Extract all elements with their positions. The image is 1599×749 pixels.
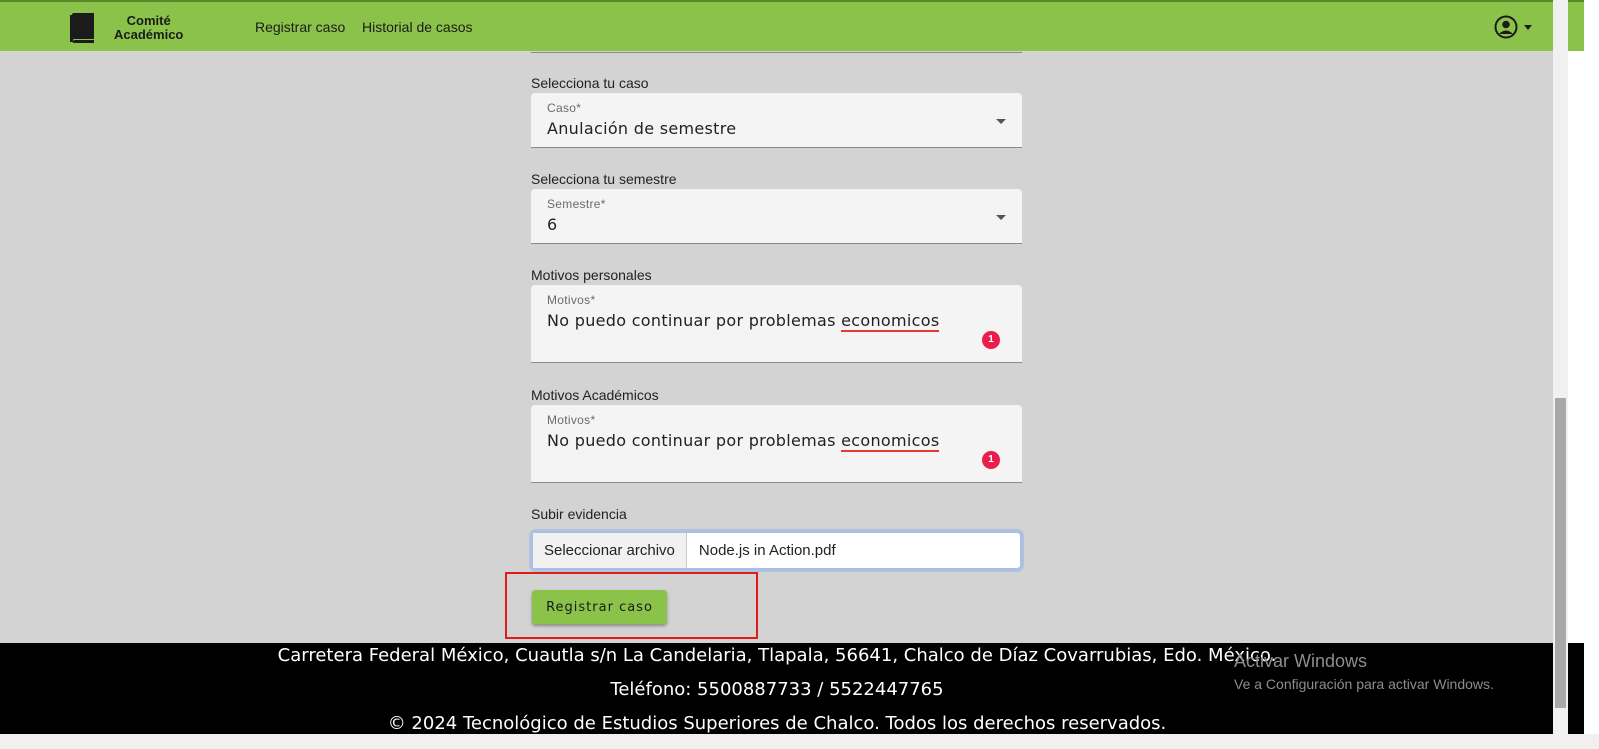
academicos-section-label: Motivos Académicos xyxy=(531,387,659,403)
top-navbar: Comité Académico Registrar caso Historia… xyxy=(0,0,1584,51)
dropdown-arrow-icon xyxy=(996,119,1006,124)
scrollbar-thumb[interactable] xyxy=(1555,398,1566,708)
brand[interactable]: Comité Académico xyxy=(68,11,183,45)
select-file-button[interactable]: Seleccionar archivo xyxy=(533,533,687,568)
personales-text: No puedo continuar por problemas xyxy=(547,311,842,330)
semestre-section-label: Selecciona tu semestre xyxy=(531,171,677,187)
brand-text: Comité Académico xyxy=(114,14,183,42)
brand-line-2: Académico xyxy=(114,27,184,42)
horizontal-scrollbar[interactable] xyxy=(0,734,1599,749)
book-icon xyxy=(70,13,94,43)
motivos-academicos-textarea[interactable]: Motivos* No puedo continuar por problema… xyxy=(531,405,1022,483)
personales-value: No puedo continuar por problemas economi… xyxy=(547,311,940,332)
brand-line-1: Comité xyxy=(126,13,171,28)
academicos-float-label: Motivos* xyxy=(547,413,596,427)
spellcheck-word: economicos xyxy=(841,311,940,332)
nav-registrar-caso[interactable]: Registrar caso xyxy=(255,19,345,35)
caso-select[interactable]: Caso* Anulación de semestre xyxy=(531,93,1022,148)
chevron-down-icon xyxy=(1524,24,1532,30)
windows-watermark-subtitle: Ve a Configuración para activar Windows. xyxy=(1234,676,1494,692)
dropdown-arrow-icon xyxy=(996,215,1006,220)
personales-float-label: Motivos* xyxy=(547,293,596,307)
registrar-caso-button[interactable]: Registrar caso xyxy=(532,590,667,624)
evidencia-section-label: Subir evidencia xyxy=(531,506,627,522)
grammar-badge[interactable]: 1 xyxy=(982,451,1000,469)
previous-field-edge xyxy=(531,51,1022,53)
caso-value: Anulación de semestre xyxy=(547,119,737,138)
academicos-value: No puedo continuar por problemas economi… xyxy=(547,431,940,452)
nav-historial-casos[interactable]: Historial de casos xyxy=(362,19,473,35)
caso-float-label: Caso* xyxy=(547,101,582,115)
semestre-float-label: Semestre* xyxy=(547,197,606,211)
academicos-text: No puedo continuar por problemas xyxy=(547,431,842,450)
semestre-value: 6 xyxy=(547,215,558,234)
semestre-select[interactable]: Semestre* 6 xyxy=(531,189,1022,244)
personales-section-label: Motivos personales xyxy=(531,267,652,283)
grammar-badge[interactable]: 1 xyxy=(982,331,1000,349)
motivos-personales-textarea[interactable]: Motivos* No puedo continuar por problema… xyxy=(531,285,1022,363)
spellcheck-word: economicos xyxy=(841,431,940,452)
user-menu[interactable] xyxy=(1494,15,1532,39)
window-edge xyxy=(1568,0,1599,749)
windows-watermark-title: Activar Windows xyxy=(1234,651,1368,671)
evidencia-file-input[interactable]: Seleccionar archivo Node.js in Action.pd… xyxy=(531,531,1022,570)
user-circle-icon xyxy=(1494,15,1518,39)
footer-copyright: © 2024 Tecnológico de Estudios Superiore… xyxy=(387,713,1167,734)
caso-section-label: Selecciona tu caso xyxy=(531,75,649,91)
selected-file-name: Node.js in Action.pdf xyxy=(698,542,836,559)
